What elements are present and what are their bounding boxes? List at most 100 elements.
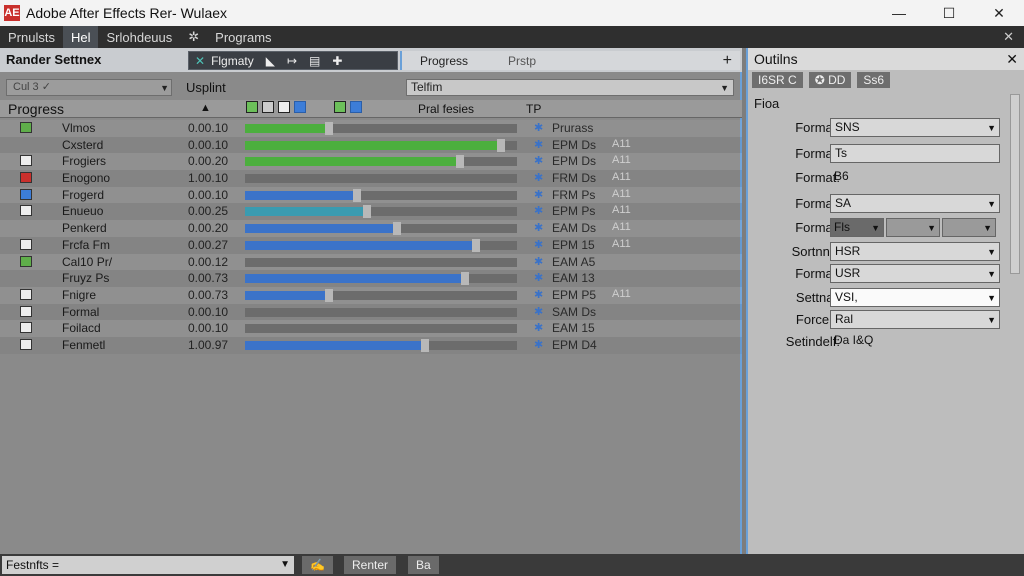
outputs-scrollbar[interactable] — [1010, 94, 1020, 274]
table-row[interactable]: Fruyz Ps 0.00.73 ✱ EAM 13 — [0, 270, 742, 287]
table-row[interactable]: Foilacd 0.00.10 ✱ EAM 15 — [0, 320, 742, 337]
column-pral-fesies[interactable]: Pral fesies — [418, 102, 474, 116]
row-status: EPM Ds — [552, 137, 597, 152]
progress-handle[interactable] — [325, 288, 334, 302]
progress-handle[interactable] — [325, 122, 334, 135]
output-select[interactable]: Fls ▼ — [830, 218, 884, 237]
table-row[interactable]: Enueuo 0.00.25 ✱ EPM Ps A11 — [0, 203, 742, 221]
row-time: 0.00.73 — [188, 287, 229, 302]
table-row[interactable]: Cxsterd 0.00.10 ✱ EPM Ds A11 — [0, 136, 742, 154]
column-progress[interactable]: Progress — [8, 101, 64, 117]
box-icon[interactable] — [20, 338, 32, 350]
progress-handle[interactable] — [455, 155, 464, 169]
table-row[interactable]: Formal 0.00.10 ✱ SAM Ds — [0, 303, 742, 321]
menu-item-prnulsts[interactable]: Prnulsts — [0, 26, 63, 48]
close-x-icon[interactable]: ✕ — [195, 54, 205, 68]
table-row[interactable]: Cal10 Pr/0.00.12 ✱ EAM A5 — [0, 253, 742, 271]
preview-icon[interactable] — [278, 101, 290, 113]
progress-tab-label: Progress — [420, 53, 469, 68]
pen-icon[interactable]: ✍ — [302, 556, 333, 574]
output-field-value: Ral — [835, 312, 854, 326]
tab-i6sr[interactable]: I6SR C — [752, 72, 803, 88]
status-field[interactable]: Festnfts = ▼ — [2, 556, 294, 574]
menu-item-programs[interactable]: Programs — [207, 26, 279, 48]
menu-item-settings-icon[interactable]: ✲ — [180, 26, 207, 48]
tab-ss6[interactable]: Ss6 — [857, 72, 891, 88]
add-icon[interactable]: + — [723, 52, 732, 70]
color-label-icon[interactable] — [294, 101, 306, 113]
progress-handle[interactable] — [472, 238, 481, 252]
flag-icon[interactable] — [20, 288, 32, 300]
box-icon[interactable] — [20, 322, 32, 334]
table-row[interactable]: Enogono 1.00.10 ✱ FRM Ds A11 — [0, 170, 742, 187]
progress-handle[interactable] — [461, 272, 470, 286]
column-tp[interactable]: TP — [526, 102, 541, 116]
render-flag-icon[interactable] — [334, 101, 346, 113]
lock-icon[interactable] — [262, 101, 274, 113]
progress-handle[interactable] — [393, 222, 402, 236]
progress-handle[interactable] — [496, 138, 505, 152]
output-dropdown[interactable]: SA ▼ — [830, 194, 1000, 213]
row-name: Foilacd — [62, 321, 101, 336]
filter-dropdown[interactable]: Cul 3 ✓ ▼ — [6, 79, 172, 96]
tab-dd[interactable]: ✪ DD — [808, 72, 852, 88]
row-status: EAM A5 — [552, 254, 596, 269]
output-dropdown[interactable]: USR ▼ — [830, 264, 1000, 283]
arrow-right-icon[interactable]: ↦ — [287, 54, 297, 68]
menu-item-srlohdeuus[interactable]: Srlohdeuus — [98, 26, 180, 48]
title-bar: AE Adobe After Effects Rer- Wulaex — ☐ ✕ — [0, 0, 1024, 26]
flag-icon[interactable] — [20, 255, 32, 267]
row-status: EPM D4 — [552, 337, 597, 352]
output-field-value: SNS — [835, 120, 860, 134]
render-flag-icon[interactable] — [246, 101, 258, 113]
output-select-tertiary[interactable]: ▼ — [942, 218, 996, 237]
table-row[interactable]: Penkerd 0.00.20 ✱ EAM Ds A11 — [0, 220, 742, 237]
progress-track — [245, 122, 517, 135]
output-select-secondary[interactable]: ▼ — [886, 218, 940, 237]
progress-handle[interactable] — [420, 338, 429, 352]
menu-item-hel[interactable]: Hel — [62, 26, 99, 48]
progress-handle[interactable] — [363, 205, 372, 219]
flag-icon[interactable] — [20, 172, 32, 184]
ba-button[interactable]: Ba — [408, 556, 439, 574]
box-icon[interactable] — [20, 205, 32, 217]
color-label-icon[interactable] — [350, 101, 362, 113]
progress-tab[interactable]: Progress Prstp + — [400, 51, 740, 70]
output-dropdown[interactable]: VSI, ▼ — [830, 288, 1000, 307]
output-value[interactable]: Ts — [830, 144, 1000, 163]
table-row[interactable]: Fnigre 0.00.73 ✱ EPM P5 A11 — [0, 286, 742, 304]
check-icon[interactable] — [20, 155, 32, 167]
box-icon[interactable] — [20, 305, 32, 317]
maximize-button[interactable]: ☐ — [924, 0, 974, 26]
outputs-tabs: I6SR C ✪ DD Ss6 — [752, 72, 891, 88]
close-icon[interactable]: ✕ — [1006, 51, 1018, 68]
table-row[interactable]: Frogiers 0.00.20 ✱ EPM Ds A11 — [0, 153, 742, 171]
output-dropdown[interactable]: Ral ▼ — [830, 310, 1000, 329]
render-button[interactable]: Renter — [344, 556, 397, 574]
table-row[interactable]: Vlmos 0.00.10 ✱ Prurass — [0, 120, 742, 137]
progress-handle[interactable] — [352, 188, 361, 202]
row-name: Enogono — [62, 171, 111, 186]
check-icon[interactable] — [20, 122, 32, 133]
sort-arrow-icon[interactable]: ▲ — [200, 102, 211, 114]
progress-track — [245, 205, 517, 219]
marker-icon[interactable]: ◣ — [266, 54, 275, 68]
close-window-button[interactable]: ✕ — [974, 0, 1024, 26]
progress-bar-fill — [245, 124, 330, 133]
row-time: 1.00.10 — [188, 171, 229, 186]
layers-icon[interactable]: ▤ — [309, 54, 320, 68]
row-time: 0.00.20 — [188, 221, 229, 236]
table-row[interactable]: Frcfa Fm 0.00.27 ✱ EPM 15 A11 — [0, 236, 742, 254]
table-row[interactable]: Frogerd 0.00.10 ✱ FRM Ps A11 — [0, 186, 742, 204]
menu-close-icon[interactable]: ✕ — [1003, 29, 1014, 45]
output-dropdown[interactable]: SNS ▼ — [830, 118, 1000, 137]
row-status: EAM 15 — [552, 321, 595, 336]
telfim-dropdown[interactable]: Telfim ▼ — [406, 79, 734, 96]
flag-icon[interactable] — [20, 238, 32, 250]
table-row[interactable]: Fenmetl 1.00.97 ✱ EPM D4 — [0, 336, 742, 354]
chevron-down-icon: ▼ — [987, 199, 996, 209]
minimize-button[interactable]: — — [874, 0, 924, 26]
flag-icon[interactable] — [20, 188, 32, 200]
output-dropdown[interactable]: HSR ▼ — [830, 242, 1000, 261]
puzzle-icon[interactable]: ✚ — [332, 54, 342, 68]
